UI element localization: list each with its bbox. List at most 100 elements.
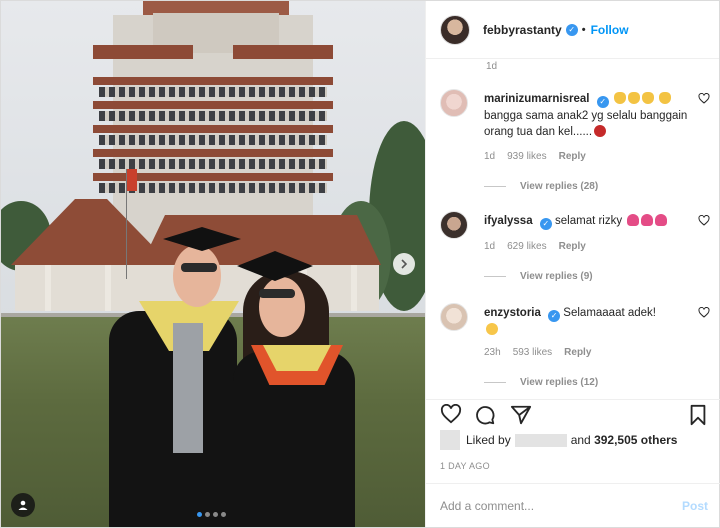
view-replies-button[interactable]: View replies (9) bbox=[484, 271, 593, 282]
post-comment-button[interactable]: Post bbox=[682, 499, 708, 513]
avatar[interactable] bbox=[440, 303, 468, 331]
paper-plane-icon bbox=[510, 405, 532, 425]
avatar[interactable] bbox=[440, 14, 470, 45]
smiling-face-emoji-icon bbox=[486, 323, 498, 335]
heart-icon bbox=[698, 214, 710, 226]
verified-badge-icon: ✓ bbox=[596, 96, 609, 108]
graduate-vest bbox=[173, 323, 203, 453]
comment-time[interactable]: 1d bbox=[484, 151, 495, 162]
building-floor bbox=[93, 101, 333, 109]
reply-button[interactable]: Reply bbox=[564, 347, 591, 358]
bookmark-icon bbox=[690, 404, 706, 426]
liked-by-username[interactable] bbox=[514, 433, 567, 447]
clapping-hands-emoji-icon bbox=[641, 92, 654, 104]
share-button[interactable] bbox=[510, 404, 532, 429]
building-windows bbox=[99, 87, 327, 97]
building-roof bbox=[93, 45, 193, 59]
building-floor bbox=[93, 77, 333, 85]
comment-text: bangga sama anak2 yg selalu banggain ora… bbox=[484, 110, 688, 138]
view-replies-button[interactable]: View replies (28) bbox=[484, 181, 598, 192]
building-floor bbox=[93, 125, 333, 133]
comment-body: marinizumarnisreal ✓ bangga sama anak2 y… bbox=[484, 91, 690, 140]
avatar[interactable] bbox=[440, 89, 468, 117]
tagged-users-button[interactable] bbox=[11, 493, 35, 517]
comment-time[interactable]: 23h bbox=[484, 347, 501, 358]
post-photo[interactable] bbox=[1, 1, 425, 527]
separator-dot: • bbox=[581, 23, 586, 36]
divider bbox=[484, 276, 506, 277]
view-replies-label: View replies (28) bbox=[520, 181, 599, 192]
avatar[interactable] bbox=[440, 211, 468, 239]
follow-button[interactable]: Follow bbox=[591, 23, 629, 37]
instagram-post: febbyrastanty ✓ • Follow 1d marinizumarn… bbox=[0, 0, 720, 528]
tulip-emoji-icon bbox=[627, 214, 640, 226]
post-side-panel: febbyrastanty ✓ • Follow 1d marinizumarn… bbox=[425, 1, 720, 527]
graduate-face bbox=[173, 245, 221, 307]
comment-like-button[interactable] bbox=[698, 92, 710, 107]
comment-time[interactable]: 1d bbox=[484, 241, 495, 252]
comment-text: selamat rizky bbox=[555, 215, 623, 227]
clapping-hands-emoji-icon bbox=[613, 92, 626, 104]
carousel-dot bbox=[221, 512, 226, 517]
clapping-hands-emoji-icon bbox=[659, 92, 672, 104]
verified-badge-icon: ✓ bbox=[565, 23, 578, 36]
comment-body: ifyalyssa ✓ selamat rizky bbox=[484, 213, 690, 230]
reply-button[interactable]: Reply bbox=[559, 151, 586, 162]
liked-by-and: and bbox=[570, 433, 591, 447]
comments-list[interactable]: 1d marinizumarnisreal ✓ bangga sama anak… bbox=[426, 59, 720, 397]
heart-icon bbox=[698, 92, 710, 104]
comment-username[interactable]: marinizumarnisreal bbox=[484, 93, 589, 105]
reply-button[interactable]: Reply bbox=[559, 241, 586, 252]
user-icon bbox=[18, 500, 28, 510]
comment-text: Selamaaaat adek! bbox=[563, 307, 656, 319]
comment-input[interactable] bbox=[440, 498, 660, 513]
comment-likes[interactable]: 593 likes bbox=[513, 347, 552, 358]
building-windows bbox=[99, 159, 327, 169]
view-replies-button[interactable]: View replies (12) bbox=[484, 377, 598, 388]
comment-icon bbox=[476, 406, 495, 425]
tulip-emoji-icon bbox=[655, 214, 668, 226]
graduate-face bbox=[259, 277, 305, 337]
comment-likes[interactable]: 629 likes bbox=[507, 241, 546, 252]
building-windows bbox=[99, 111, 327, 121]
next-slide-button[interactable] bbox=[393, 253, 415, 275]
comment-username[interactable]: enzystoria bbox=[484, 307, 541, 319]
likes-count[interactable]: 392,505 others bbox=[594, 433, 677, 447]
hall-pillar bbox=[45, 265, 51, 311]
divider bbox=[484, 186, 506, 187]
comment-body: enzystoria ✓ Selamaaaat adek! bbox=[484, 305, 690, 338]
comment-like-button[interactable] bbox=[698, 214, 710, 229]
divider bbox=[484, 382, 506, 383]
rose-emoji-icon bbox=[594, 125, 607, 137]
heart-icon bbox=[440, 403, 462, 424]
comment-meta: 1d 629 likes Reply bbox=[484, 241, 586, 252]
save-button[interactable] bbox=[688, 404, 708, 429]
post-timestamp[interactable]: 1 DAY AGO bbox=[440, 461, 490, 471]
verified-badge-icon: ✓ bbox=[548, 310, 561, 322]
flag bbox=[127, 169, 137, 191]
building-floor bbox=[93, 149, 333, 157]
carousel-indicator bbox=[197, 512, 226, 517]
heart-icon bbox=[698, 306, 710, 318]
comment-like-button[interactable] bbox=[698, 306, 710, 321]
view-replies-label: View replies (9) bbox=[520, 271, 593, 282]
tulip-emoji-icon bbox=[641, 214, 654, 226]
hall-pillar bbox=[351, 265, 357, 311]
like-button[interactable] bbox=[440, 403, 462, 427]
comment-button[interactable] bbox=[474, 404, 496, 429]
comment-meta: 23h 593 likes Reply bbox=[484, 347, 591, 358]
post-header: febbyrastanty ✓ • Follow bbox=[426, 1, 719, 59]
comment-likes[interactable]: 939 likes bbox=[507, 151, 546, 162]
comment-username[interactable]: ifyalyssa bbox=[484, 215, 533, 227]
post-username[interactable]: febbyrastanty bbox=[483, 23, 562, 37]
sunglasses bbox=[259, 289, 295, 298]
liked-by-avatar[interactable] bbox=[440, 430, 460, 450]
verified-badge-icon: ✓ bbox=[539, 218, 552, 230]
post-action-bar bbox=[426, 399, 720, 429]
caption-timestamp: 1d bbox=[486, 61, 498, 72]
carousel-dot bbox=[213, 512, 218, 517]
building-windows bbox=[99, 135, 327, 145]
add-comment-bar: Post bbox=[426, 483, 720, 527]
view-replies-label: View replies (12) bbox=[520, 377, 599, 388]
sunglasses bbox=[181, 263, 217, 272]
